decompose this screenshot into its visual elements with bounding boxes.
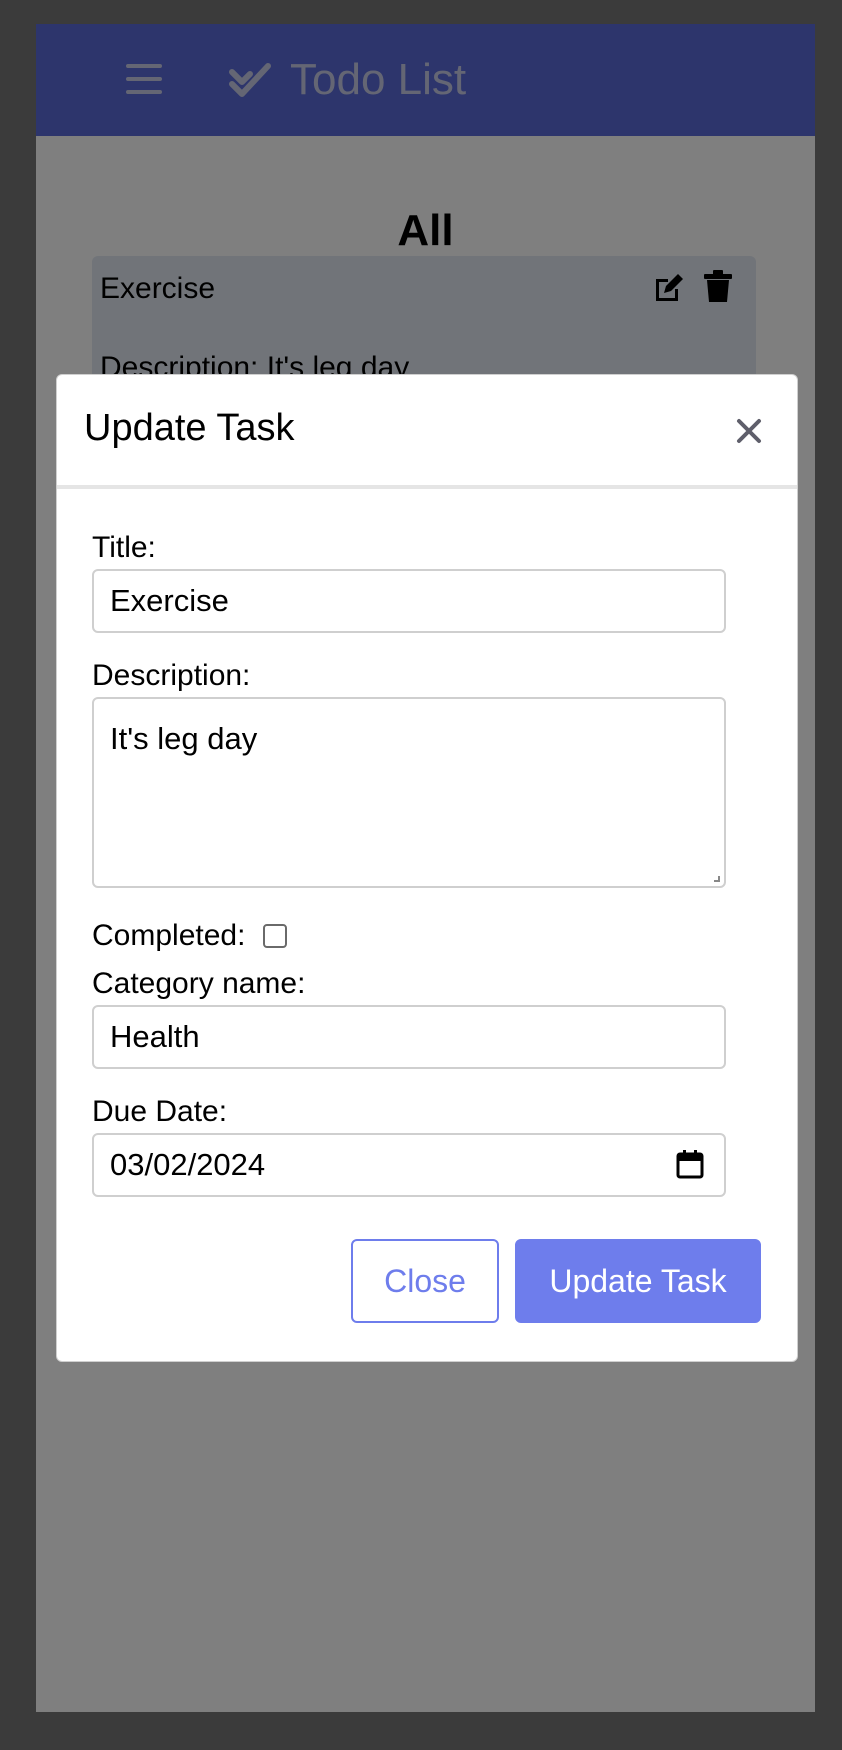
title-input[interactable]: [92, 569, 726, 633]
completed-row: Completed:: [92, 919, 288, 953]
close-icon[interactable]: [731, 413, 767, 449]
close-button[interactable]: Close: [351, 1239, 499, 1323]
due-date-input[interactable]: [92, 1133, 726, 1197]
update-task-button[interactable]: Update Task: [515, 1239, 761, 1323]
description-label: Description:: [92, 659, 251, 692]
description-textarea[interactable]: It's leg day: [92, 697, 726, 888]
completed-label: Completed:: [92, 919, 246, 952]
due-date-label: Due Date:: [92, 1095, 228, 1128]
resize-handle[interactable]: [714, 876, 720, 882]
due-date-field[interactable]: [92, 1133, 726, 1197]
modal-header: Update Task: [57, 375, 797, 489]
description-text: It's leg day: [110, 721, 258, 756]
title-label: Title:: [92, 531, 156, 564]
modal-title: Update Task: [84, 407, 295, 449]
category-label: Category name:: [92, 967, 306, 1000]
completed-checkbox[interactable]: [263, 924, 288, 948]
category-input[interactable]: [92, 1005, 726, 1069]
update-task-modal: Update Task Title: Description: It's leg…: [56, 374, 798, 1362]
calendar-icon[interactable]: [676, 1149, 704, 1179]
